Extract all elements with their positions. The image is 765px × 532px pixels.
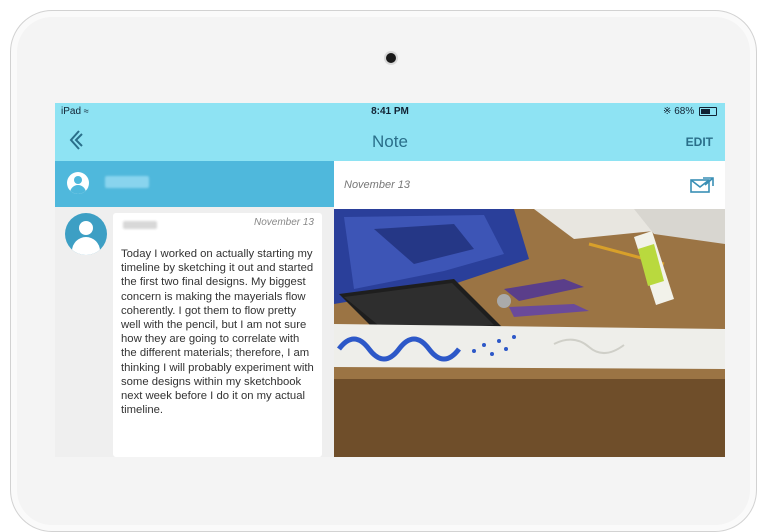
nav-bar: Note EDIT: [55, 121, 725, 161]
notes-list-pane: November 13 Today I worked on actually s…: [55, 161, 334, 457]
detail-date: November 13: [344, 179, 411, 191]
photo-illustration: [334, 209, 725, 457]
share-mail-icon[interactable]: [689, 176, 715, 194]
battery-percent: 68%: [674, 106, 695, 117]
note-date: November 13: [253, 217, 314, 228]
status-time: 8:41 PM: [371, 106, 409, 117]
note-body: Today I worked on actually starting my t…: [121, 248, 314, 417]
status-right: ※ 68%: [663, 106, 717, 117]
author-avatar-icon: [65, 213, 107, 255]
user-name-redacted: [105, 176, 149, 188]
user-avatar-icon: [67, 172, 89, 194]
page-title: Note: [372, 132, 408, 151]
bluetooth-icon: ※: [663, 106, 672, 117]
note-photo[interactable]: [334, 209, 725, 457]
selected-user-header[interactable]: [55, 161, 334, 207]
note-detail-pane: November 13: [334, 161, 725, 457]
status-bar: iPad ≈ 8:41 PM ※ 68%: [55, 103, 725, 121]
author-name-redacted: [123, 221, 157, 229]
ipad-screen: iPad ≈ 8:41 PM ※ 68% Note EDIT November: [55, 103, 725, 457]
note-card[interactable]: November 13 Today I worked on actually s…: [113, 213, 322, 457]
battery-icon: [699, 106, 717, 116]
edit-button[interactable]: EDIT: [686, 135, 713, 149]
front-camera: [386, 53, 396, 63]
